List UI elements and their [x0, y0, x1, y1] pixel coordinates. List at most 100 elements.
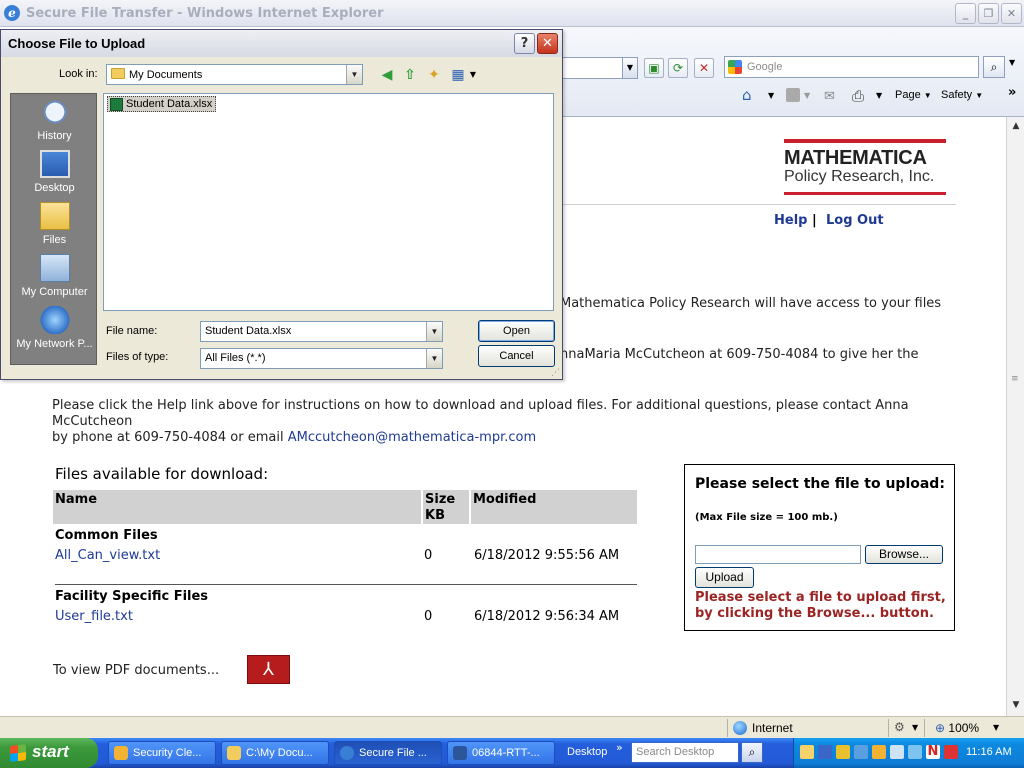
close-icon[interactable]: ✕	[537, 33, 558, 54]
address-bar[interactable]: ▼	[562, 57, 638, 79]
start-button[interactable]: start	[0, 738, 98, 768]
file-link-common[interactable]: All_Can_view.txt	[55, 548, 160, 563]
open-button[interactable]: Open	[478, 320, 555, 342]
search-desktop-input[interactable]: Search Desktop	[631, 742, 739, 763]
word-icon	[453, 746, 467, 760]
status-divider	[924, 719, 925, 737]
shield-icon[interactable]	[836, 745, 850, 759]
scroll-up-icon[interactable]: ▲	[1008, 118, 1024, 135]
place-my-network[interactable]: My Network P...	[11, 302, 98, 354]
logo-top-bar	[784, 139, 946, 143]
scroll-grip-icon[interactable]: ≡	[1011, 375, 1019, 384]
browse-button[interactable]: Browse...	[865, 545, 943, 564]
compatibility-icon[interactable]: ▣	[644, 58, 664, 78]
cancel-button[interactable]: Cancel	[478, 345, 555, 367]
desktop-chevron-icon[interactable]: »	[616, 741, 623, 754]
up-folder-icon[interactable]: ⇧	[401, 66, 419, 84]
new-folder-icon[interactable]: ✦	[425, 66, 443, 84]
toolbar-more-icon[interactable]: »	[1008, 85, 1016, 100]
search-input[interactable]: Google	[724, 56, 979, 78]
search-icon[interactable]: ⌕	[741, 742, 763, 763]
mail-icon[interactable]: ✉	[824, 89, 835, 104]
file-list[interactable]: Student Data.xlsx	[103, 93, 554, 311]
feeds-dropdown-icon[interactable]: ▼	[804, 91, 810, 100]
n-tray-icon[interactable]: N	[926, 745, 940, 759]
task-my-documents[interactable]: C:\My Docu...	[221, 741, 329, 765]
network-tray-icon[interactable]	[818, 745, 832, 759]
logo-name: MATHEMATICA	[784, 147, 927, 169]
file-link-facility[interactable]: User_file.txt	[55, 609, 133, 624]
logout-link[interactable]: Log Out	[826, 213, 884, 228]
files-heading: Files available for download:	[55, 465, 269, 483]
contact-line: by phone at 609-750-4084 or email AMccut…	[52, 430, 536, 446]
file-modified-facility: 6/18/2012 9:56:34 AM	[474, 609, 620, 624]
page-scrollbar[interactable]: ▲ ≡ ▼	[1006, 117, 1024, 716]
clock: 11:16 AM	[966, 746, 1012, 758]
home-icon[interactable]: ⌂	[742, 86, 752, 104]
security-tray-icon[interactable]	[872, 745, 886, 759]
restore-button[interactable]: ❐	[978, 3, 999, 24]
upload-button[interactable]: Upload	[695, 567, 754, 588]
place-history[interactable]: History	[11, 94, 98, 146]
mail-tray-icon[interactable]	[800, 745, 814, 759]
desktop-toolbar[interactable]: Desktop	[567, 746, 607, 758]
alert-tray-icon[interactable]	[944, 745, 958, 759]
choose-file-dialog: Choose File to Upload ? ✕ Look in: My Do…	[0, 29, 563, 380]
adobe-reader-icon[interactable]: ⅄	[247, 655, 290, 684]
safety-menu[interactable]: Safety ▼	[941, 89, 983, 101]
refresh-icon[interactable]: ⟳	[668, 58, 688, 78]
chevron-down-icon[interactable]: ▼	[426, 349, 442, 368]
task-secure-file[interactable]: Secure File ...	[334, 741, 442, 765]
folder-icon	[111, 68, 125, 79]
task-security[interactable]: Security Cle...	[108, 741, 216, 765]
print-dropdown-icon[interactable]: ▼	[876, 91, 882, 100]
page-menu[interactable]: Page ▼	[895, 89, 932, 101]
place-files[interactable]: Files	[11, 198, 98, 250]
help-icon[interactable]: ?	[514, 33, 535, 54]
display-tray-icon[interactable]	[908, 745, 922, 759]
close-icon[interactable]: ✕	[1001, 3, 1022, 24]
filetype-label: Files of type:	[106, 351, 169, 363]
protected-mode-dropdown-icon[interactable]: ▼	[912, 723, 918, 732]
col-header-size: Size KB	[423, 490, 469, 524]
search-icon[interactable]: ⌕	[983, 56, 1005, 78]
look-in-dropdown[interactable]: My Documents ▼	[106, 64, 363, 85]
view-menu-dropdown-icon[interactable]: ▼	[464, 66, 482, 84]
filename-input[interactable]: Student Data.xlsx ▼	[200, 321, 443, 342]
task-word-doc[interactable]: 06844-RTT-...	[447, 741, 555, 765]
search-options-icon[interactable]: ▼	[1009, 58, 1015, 67]
scroll-down-icon[interactable]: ▼	[1008, 697, 1024, 714]
file-item-student-data[interactable]: Student Data.xlsx	[107, 96, 217, 112]
zoom-dropdown-icon[interactable]: ▼	[993, 723, 999, 732]
zoom-level[interactable]: ⊕ 100%	[935, 721, 979, 735]
upload-title: Please select the file to upload:	[695, 476, 945, 492]
filetype-dropdown[interactable]: All Files (*.*) ▼	[200, 348, 443, 369]
col-header-name: Name	[53, 490, 421, 524]
excel-file-icon	[110, 98, 123, 111]
search-tray-icon[interactable]	[890, 745, 904, 759]
table-separator	[55, 584, 637, 585]
home-dropdown-icon[interactable]: ▼	[768, 91, 774, 100]
back-icon[interactable]: ◀	[378, 66, 396, 84]
volume-icon[interactable]	[854, 745, 868, 759]
chevron-down-icon[interactable]: ▼	[346, 65, 362, 84]
print-icon[interactable]: ⎙	[852, 87, 864, 105]
protected-mode-icon[interactable]: ⚙	[894, 720, 905, 734]
windows-flag-icon	[10, 744, 26, 762]
address-dropdown-icon[interactable]: ▼	[622, 57, 638, 79]
status-bar: Internet ⚙ ▼ ⊕ 100% ▼	[0, 716, 1024, 738]
feeds-icon[interactable]	[786, 88, 800, 102]
help-link[interactable]: Help	[774, 213, 807, 228]
chevron-down-icon[interactable]: ▼	[426, 322, 442, 341]
upload-file-input[interactable]	[695, 545, 861, 564]
dialog-title: Choose File to Upload	[8, 36, 146, 51]
place-desktop[interactable]: Desktop	[11, 146, 98, 198]
status-divider	[888, 719, 889, 737]
email-link[interactable]: AMccutcheon@mathematica-mpr.com	[288, 430, 536, 445]
resize-grip-icon[interactable]: ⋰	[551, 369, 560, 378]
link-separator: |	[812, 213, 817, 228]
minimize-button[interactable]: _	[955, 3, 976, 24]
stop-icon[interactable]: ✕	[694, 58, 714, 78]
network-icon	[40, 306, 70, 334]
place-my-computer[interactable]: My Computer	[11, 250, 98, 302]
